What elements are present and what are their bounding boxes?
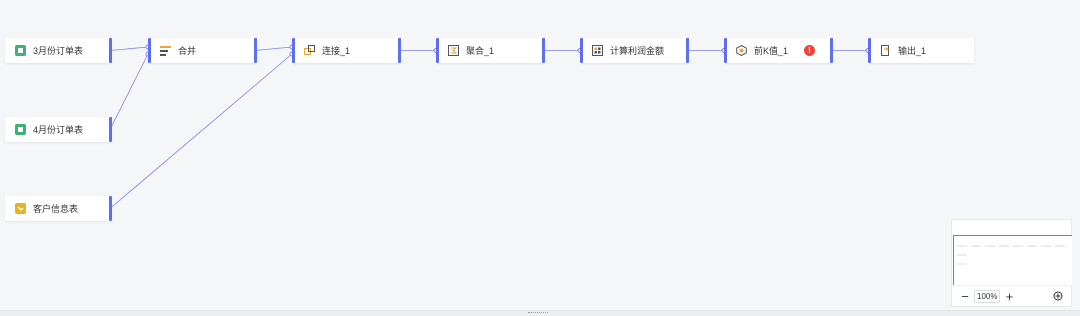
output-port[interactable] — [830, 38, 833, 63]
zoom-level[interactable]: 100% — [974, 289, 1001, 303]
input-port[interactable] — [724, 38, 727, 63]
output-port[interactable] — [109, 38, 112, 63]
node-calculate-profit[interactable]: 计算利润金额 — [580, 38, 689, 63]
edge-line[interactable] — [109, 53, 293, 209]
node-label: 合并 — [178, 46, 197, 56]
node-aggregate[interactable]: 聚合_1 — [436, 38, 545, 63]
error-badge[interactable]: ! — [804, 45, 815, 56]
calculate-icon — [592, 45, 603, 56]
minimap-panel[interactable]: − 100% + — [951, 219, 1072, 307]
node-merge[interactable]: 合并 — [148, 38, 257, 63]
topk-icon — [736, 45, 747, 56]
node-join[interactable]: 连接_1 — [292, 38, 401, 63]
input-port[interactable] — [148, 38, 151, 63]
output-port[interactable] — [109, 117, 112, 142]
node-label: 3月份订单表 — [33, 46, 84, 56]
output-port[interactable] — [109, 196, 112, 221]
output-port[interactable] — [398, 38, 401, 63]
zoom-out-button[interactable]: − — [958, 289, 972, 304]
target-icon[interactable] — [1053, 291, 1063, 301]
edge-line[interactable] — [254, 46, 293, 51]
node-label: 输出_1 — [898, 46, 927, 56]
input-port[interactable] — [292, 38, 295, 63]
input-port[interactable] — [436, 38, 439, 63]
edge-line[interactable] — [109, 53, 149, 130]
output-icon — [880, 45, 891, 56]
input-port[interactable] — [868, 38, 871, 63]
node-april-orders[interactable]: 4月份订单表 — [5, 117, 112, 142]
table-yellow-icon — [15, 203, 26, 214]
edge-line[interactable] — [109, 46, 149, 51]
node-customer-info[interactable]: 客户信息表 — [5, 196, 112, 221]
output-port[interactable] — [254, 38, 257, 63]
join-icon — [304, 45, 315, 56]
node-label: 聚合_1 — [466, 46, 495, 56]
node-march-orders[interactable]: 3月份订单表 — [5, 38, 112, 63]
input-port[interactable] — [580, 38, 583, 63]
minimap-preview — [957, 245, 1065, 265]
aggregate-icon — [448, 45, 459, 56]
bottom-resize-bar[interactable] — [0, 310, 1080, 316]
zoom-bar: − 100% + — [952, 285, 1071, 306]
node-output[interactable]: 输出_1 — [868, 38, 974, 63]
node-top-k[interactable]: 前K值_1 ! — [724, 38, 833, 63]
minimap-viewport[interactable] — [953, 235, 1072, 286]
output-port[interactable] — [686, 38, 689, 63]
node-label: 计算利润金额 — [610, 46, 665, 56]
flow-canvas[interactable]: 3月份订单表 4月份订单表 客户信息表 合并 连接_1 聚合_1 计算利润金额 … — [0, 0, 1080, 310]
table-green-icon — [15, 124, 26, 135]
merge-icon — [160, 45, 171, 56]
zoom-in-button[interactable]: + — [1002, 289, 1016, 304]
node-label: 连接_1 — [322, 46, 351, 56]
node-label: 前K值_1 — [754, 46, 789, 56]
node-label: 客户信息表 — [33, 204, 79, 214]
output-port[interactable] — [542, 38, 545, 63]
node-label: 4月份订单表 — [33, 125, 84, 135]
table-green-icon — [15, 45, 26, 56]
